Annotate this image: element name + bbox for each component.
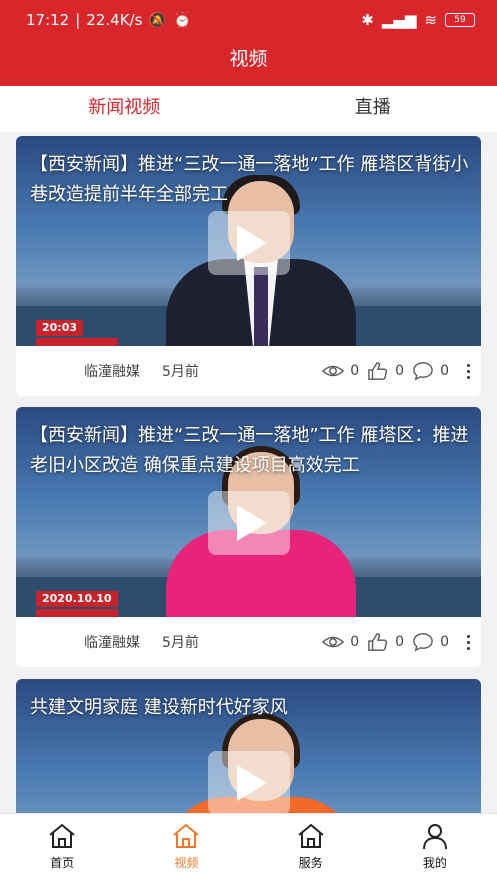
- status-bar: 17:12 | 22.4K/s 🔕 ⏰ ✱ ▂▄▆ ≋ 59: [0, 0, 497, 40]
- video-thumbnail[interactable]: 【西安新闻】推进“三改一通一落地”工作 雁塔区：推进老旧小区改造 确保重点建设项…: [16, 407, 481, 617]
- nav-service-label: 服务: [298, 856, 323, 870]
- home-icon: [173, 823, 200, 848]
- like-button[interactable]: 0: [367, 361, 404, 381]
- nav-me[interactable]: 我的: [373, 814, 497, 891]
- card-meta: 临潼融媒 5月前 0 0 0: [16, 346, 481, 396]
- user-icon: [422, 824, 447, 850]
- status-time: 17:12: [26, 11, 70, 29]
- alarm-icon: ⏰: [173, 11, 192, 29]
- video-time: 5月前: [162, 364, 199, 380]
- play-icon: [237, 765, 267, 801]
- bluetooth-icon: ✱: [361, 11, 374, 29]
- bottom-nav: 首页 视频 服务 我的: [0, 813, 497, 891]
- tab-live[interactable]: 直播: [249, 86, 497, 132]
- views-count: 0: [350, 634, 360, 650]
- home-icon: [297, 823, 324, 848]
- nav-home-label: 首页: [50, 856, 75, 870]
- play-icon: [237, 505, 267, 541]
- thumbs-up-icon: [368, 362, 388, 380]
- nav-me-label: 我的: [422, 856, 447, 870]
- views-count: 0: [350, 363, 360, 379]
- video-headline: 共建文明家庭 建设新时代好家风: [30, 697, 288, 718]
- video-card[interactable]: 【西安新闻】推进“三改一通一落地”工作 雁塔区背街小巷改造提前半年全部完工 20…: [16, 136, 481, 396]
- more-icon[interactable]: [463, 363, 473, 379]
- app: 17:12 | 22.4K/s 🔕 ⏰ ✱ ▂▄▆ ≋ 59 视频 新闻视频 直…: [0, 0, 497, 891]
- card-meta: 临潼融媒 5月前 0 0 0: [16, 617, 481, 667]
- video-card[interactable]: 共建文明家庭 建设新时代好家风: [16, 679, 481, 813]
- tab-news-video[interactable]: 新闻视频: [0, 86, 249, 132]
- mute-icon: 🔕: [148, 11, 168, 29]
- likes-count: 0: [395, 634, 405, 650]
- header: 17:12 | 22.4K/s 🔕 ⏰ ✱ ▂▄▆ ≋ 59 视频: [0, 0, 497, 86]
- video-thumbnail[interactable]: 【西安新闻】推进“三改一通一落地”工作 雁塔区背街小巷改造提前半年全部完工 20…: [16, 136, 481, 346]
- like-button[interactable]: 0: [367, 632, 404, 652]
- nav-video[interactable]: 视频: [124, 814, 248, 891]
- comment-button[interactable]: 0: [412, 361, 449, 381]
- video-timestamp-tag: 2020.10.10: [36, 591, 118, 607]
- tab-bar: 新闻视频 直播: [0, 86, 497, 132]
- video-headline: 【西安新闻】推进“三改一通一落地”工作 雁塔区：推进老旧小区改造 确保重点建设项…: [30, 425, 469, 476]
- home-icon: [49, 823, 75, 848]
- likes-count: 0: [395, 363, 405, 379]
- play-button[interactable]: [208, 751, 290, 813]
- play-button[interactable]: [208, 211, 290, 275]
- wifi-icon: ≋: [424, 11, 437, 29]
- comment-icon: [413, 362, 433, 381]
- signal-icon: ▂▄▆: [381, 11, 417, 29]
- eye-icon: [322, 636, 345, 648]
- nav-video-label: 视频: [174, 856, 199, 870]
- eye-icon: [322, 365, 345, 377]
- play-icon: [237, 225, 267, 261]
- views-stat: 0: [322, 361, 359, 381]
- video-time: 5月前: [162, 635, 199, 651]
- battery-level: 59: [454, 14, 466, 25]
- more-icon[interactable]: [463, 634, 473, 650]
- comment-button[interactable]: 0: [412, 632, 449, 652]
- video-thumbnail[interactable]: 共建文明家庭 建设新时代好家风: [16, 679, 481, 813]
- status-speed: 22.4K/s: [86, 11, 143, 29]
- nav-home[interactable]: 首页: [0, 814, 124, 891]
- video-timestamp-tag: 20:03: [36, 320, 84, 336]
- page-title: 视频: [229, 48, 268, 70]
- comments-count: 0: [440, 363, 449, 379]
- video-source: 临潼融媒: [84, 364, 140, 380]
- battery-icon: 59: [445, 13, 475, 27]
- comments-count: 0: [440, 634, 449, 650]
- views-stat: 0: [322, 632, 359, 652]
- play-button[interactable]: [208, 491, 290, 555]
- thumbs-up-icon: [368, 633, 388, 651]
- video-source: 临潼融媒: [84, 635, 140, 651]
- video-headline: 【西安新闻】推进“三改一通一落地”工作 雁塔区背街小巷改造提前半年全部完工: [30, 154, 469, 205]
- comment-icon: [413, 633, 433, 652]
- video-card[interactable]: 【西安新闻】推进“三改一通一落地”工作 雁塔区：推进老旧小区改造 确保重点建设项…: [16, 407, 481, 667]
- nav-service[interactable]: 服务: [249, 814, 373, 891]
